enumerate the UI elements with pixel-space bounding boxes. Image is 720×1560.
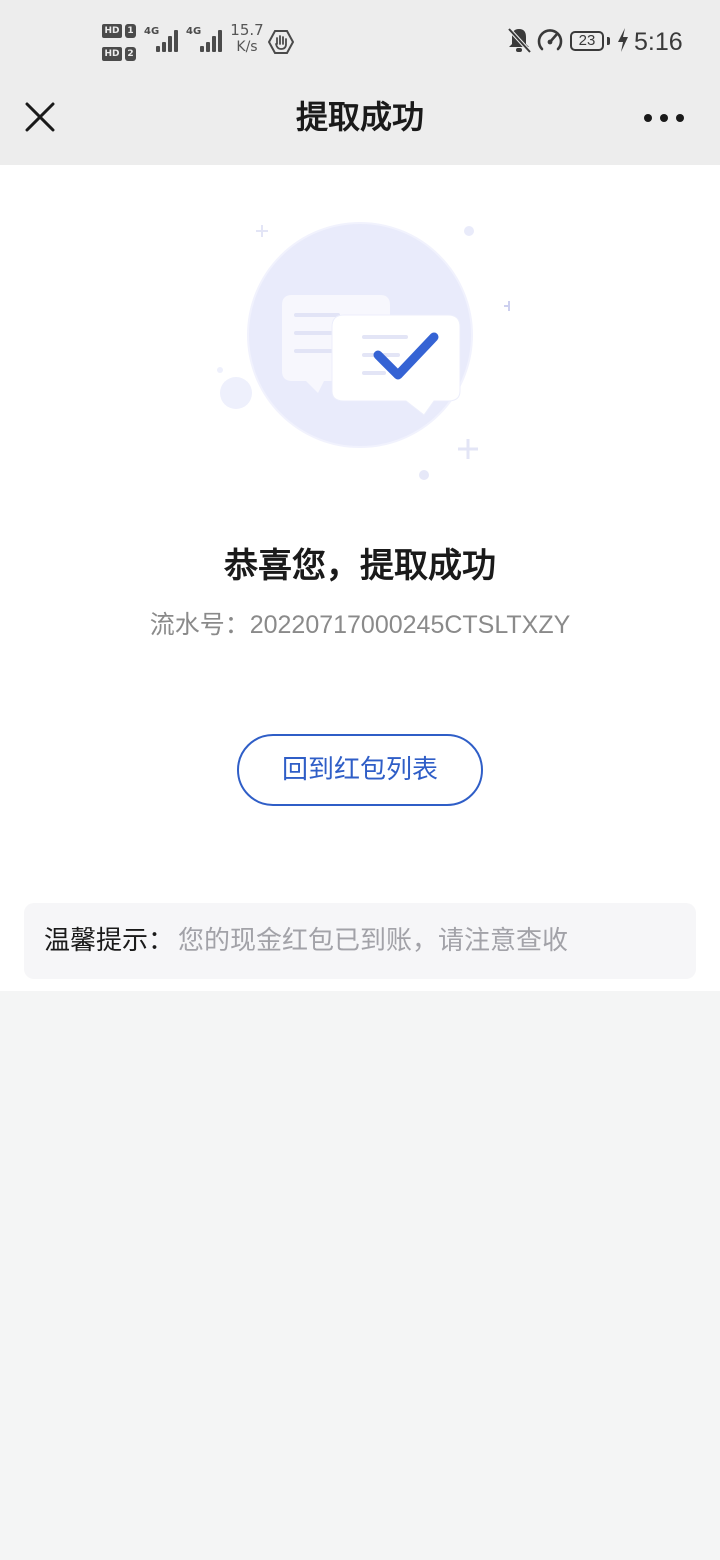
charging-bolt-icon xyxy=(618,28,628,52)
network-type-label: 4G xyxy=(144,26,160,37)
result-panel: 恭喜您，提取成功 流水号：20220717000245CTSLTXZY 回到红包… xyxy=(0,165,720,991)
sim1-number: 1 xyxy=(125,24,136,38)
status-bar: HD 1 HD 2 4G 4G 15.7 K/s 23 5:16 xyxy=(0,0,720,84)
hd-badge: HD xyxy=(102,47,122,61)
success-title: 恭喜您，提取成功 xyxy=(224,546,496,586)
network-type-label: 4G xyxy=(186,26,202,37)
serial-number: 20220717000245CTSLTXZY xyxy=(249,611,571,639)
clock-time: 5:16 xyxy=(634,28,683,56)
tip-text: 您的现金红包已到账，请注意查收 xyxy=(178,926,569,956)
page-title: 提取成功 xyxy=(295,98,424,136)
battery-tip xyxy=(607,37,610,45)
speedometer-icon xyxy=(537,29,563,51)
signal-icon: 4G xyxy=(186,26,224,52)
sim2-hd-icon: HD 2 xyxy=(102,47,136,61)
mute-bell-icon xyxy=(507,27,532,54)
shield-icon xyxy=(268,30,294,54)
signal-icon: 4G xyxy=(144,26,180,52)
success-check-message-icon xyxy=(217,222,510,480)
speed-value: 15.7 xyxy=(230,21,264,39)
battery-icon: 23 xyxy=(570,31,604,51)
back-to-red-packet-list-button[interactable]: 回到红包列表 xyxy=(237,734,483,806)
hd-badge: HD xyxy=(102,24,122,38)
speed-unit: K/s xyxy=(236,39,258,55)
tip-box: 温馨提示： 您的现金红包已到账，请注意查收 xyxy=(24,903,696,979)
tip-label: 温馨提示： xyxy=(44,926,175,956)
sim2-number: 2 xyxy=(125,47,136,61)
sim1-hd-icon: HD 1 xyxy=(102,24,136,38)
network-speed: 15.7 K/s xyxy=(228,22,266,56)
more-icon[interactable] xyxy=(640,104,688,132)
serial-label: 流水号： xyxy=(149,611,250,639)
serial-number-row: 流水号：20220717000245CTSLTXZY xyxy=(0,608,720,642)
nav-bar: 提取成功 xyxy=(0,84,720,165)
